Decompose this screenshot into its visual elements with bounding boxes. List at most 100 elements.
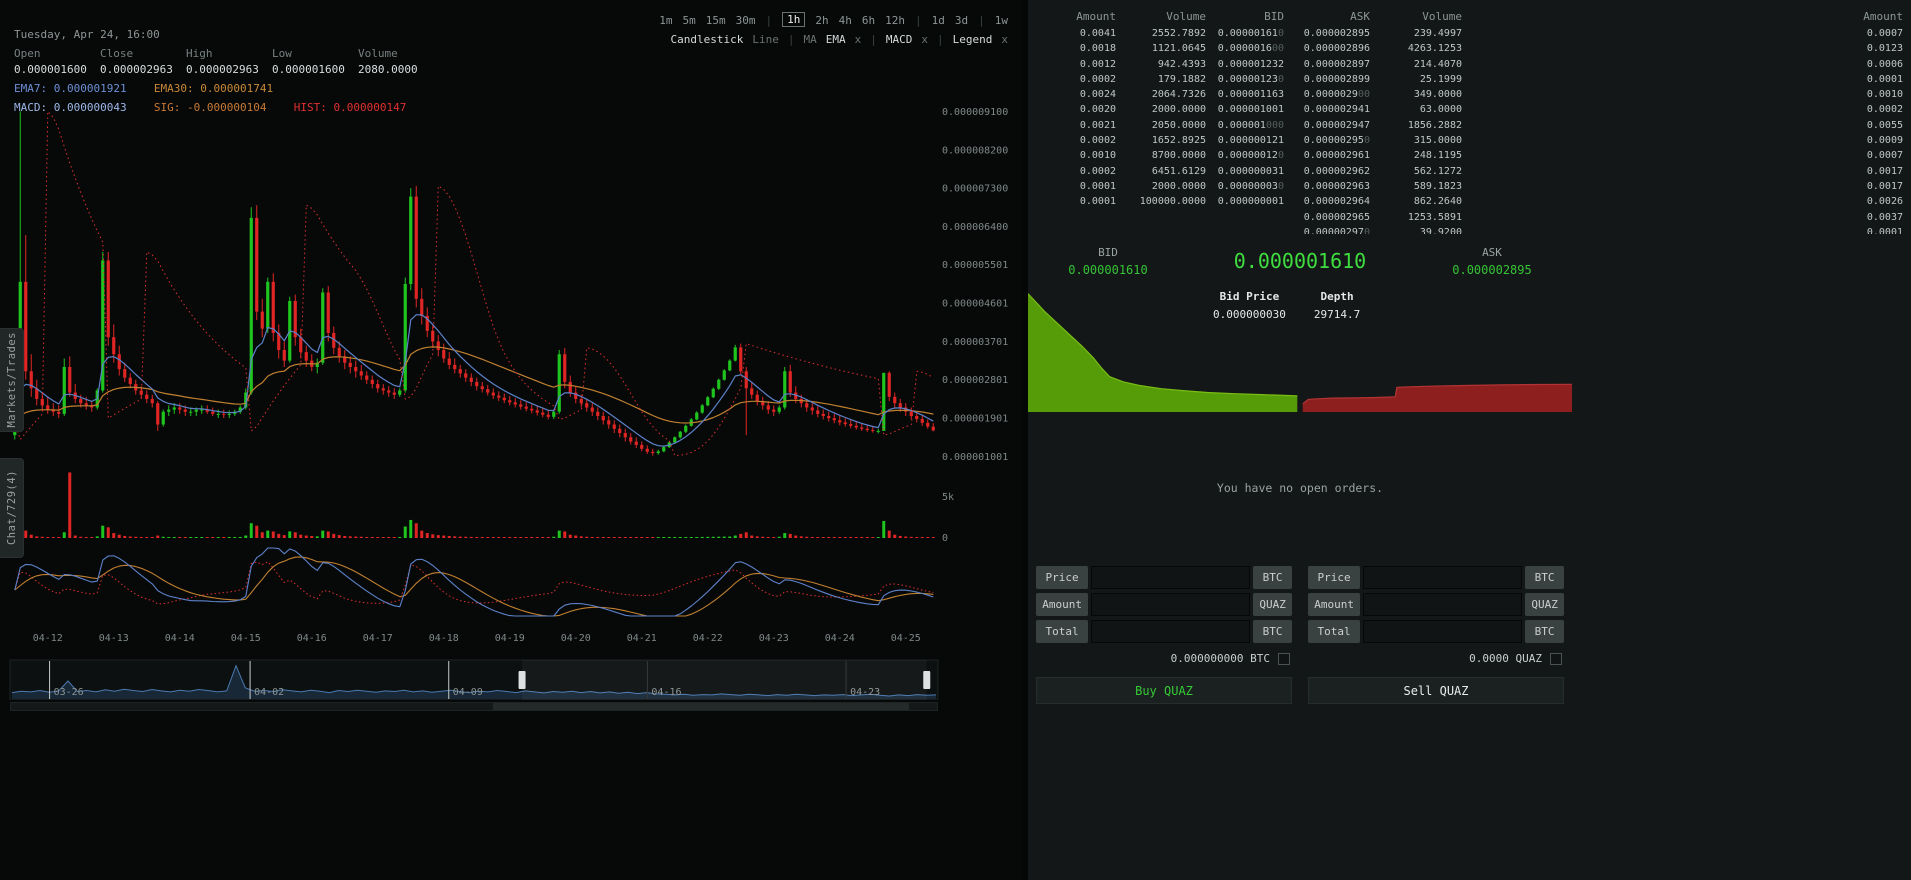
timeframe-button-1m[interactable]: 1m (659, 14, 672, 27)
buy-button[interactable]: Buy QUAZ (1036, 677, 1292, 704)
bid-amount-cell[interactable]: 0.0002 (1028, 72, 1124, 87)
ask-amount-cell[interactable]: 0.0001 (1470, 225, 1911, 234)
bid-amount-cell[interactable]: 0.0002 (1028, 133, 1124, 148)
chart-option-candlestick[interactable]: Candlestick (671, 33, 744, 46)
buy-max-checkbox[interactable] (1278, 652, 1290, 665)
quaz-balance[interactable]: 0.0000 QUAZ (1469, 652, 1542, 665)
ask-volume-cell[interactable]: 1253.5891 (1378, 210, 1470, 225)
bid-volume-cell[interactable]: 2552.7892 (1124, 26, 1214, 41)
bid-price-cell[interactable]: 0.000001230 (1214, 72, 1292, 87)
ask-price-cell[interactable]: 0.000002941 (1292, 102, 1378, 117)
timeframe-button-5m[interactable]: 5m (683, 14, 696, 27)
bid-amount-cell[interactable] (1028, 225, 1124, 234)
bid-price-cell[interactable] (1214, 210, 1292, 225)
timeframe-button-1d[interactable]: 1d (932, 14, 945, 27)
btc-balance[interactable]: 0.000000000 BTC (1171, 652, 1270, 665)
bid-amount-cell[interactable]: 0.0024 (1028, 87, 1124, 102)
ask-volume-cell[interactable]: 39.9200 (1378, 225, 1470, 234)
ask-price-cell[interactable]: 0.000002900 (1292, 87, 1378, 102)
buy-total-input[interactable] (1091, 620, 1251, 643)
timeframe-button-2h[interactable]: 2h (815, 14, 828, 27)
chart-option-ema[interactable]: EMA (826, 33, 846, 46)
ask-volume-cell[interactable]: 315.0000 (1378, 133, 1470, 148)
sidebar-tab-chat[interactable]: Chat/729(4) (0, 458, 24, 558)
sell-total-input[interactable] (1363, 620, 1523, 643)
bid-volume-cell[interactable]: 2000.0000 (1124, 179, 1214, 194)
buy-amount-input[interactable] (1091, 593, 1251, 616)
ask-amount-cell[interactable]: 0.0007 (1470, 148, 1911, 163)
timeframe-button-15m[interactable]: 15m (706, 14, 726, 27)
chart-navigator[interactable]: 03-2604-0204-0904-1604-23 (9, 659, 939, 700)
timeframe-button-4h[interactable]: 4h (839, 14, 852, 27)
best-bid-price[interactable]: 0.000001610 (1028, 263, 1188, 277)
sell-price-input[interactable] (1363, 566, 1523, 589)
ask-volume-cell[interactable]: 589.1823 (1378, 179, 1470, 194)
bid-amount-cell[interactable]: 0.0012 (1028, 57, 1124, 72)
bid-price-cell[interactable]: 0.000000030 (1214, 179, 1292, 194)
ask-volume-cell[interactable]: 4263.1253 (1378, 41, 1470, 56)
ask-price-cell[interactable]: 0.000002965 (1292, 210, 1378, 225)
bid-volume-cell[interactable] (1124, 225, 1214, 234)
chart-horizontal-scrollbar[interactable] (10, 702, 938, 711)
ask-amount-cell[interactable]: 0.0007 (1470, 26, 1911, 41)
timeframe-button-6h[interactable]: 6h (862, 14, 875, 27)
ask-amount-cell[interactable]: 0.0037 (1470, 210, 1911, 225)
bid-volume-cell[interactable]: 1652.8925 (1124, 133, 1214, 148)
ask-volume-cell[interactable]: 562.1272 (1378, 164, 1470, 179)
ask-price-cell[interactable]: 0.000002947 (1292, 118, 1378, 133)
bid-volume-cell[interactable]: 2000.0000 (1124, 102, 1214, 117)
ask-price-cell[interactable]: 0.000002961 (1292, 148, 1378, 163)
bid-amount-cell[interactable]: 0.0041 (1028, 26, 1124, 41)
bid-volume-cell[interactable]: 179.1882 (1124, 72, 1214, 87)
chart-option-line[interactable]: Line (752, 33, 779, 46)
bid-price-cell[interactable]: 0.000000031 (1214, 164, 1292, 179)
bid-amount-cell[interactable]: 0.0001 (1028, 194, 1124, 209)
bid-amount-cell[interactable]: 0.0002 (1028, 164, 1124, 179)
remove-indicator-button[interactable]: x (921, 33, 928, 46)
ask-price-cell[interactable]: 0.000002950 (1292, 133, 1378, 148)
bid-price-cell[interactable]: 0.000000121 (1214, 133, 1292, 148)
bid-price-cell[interactable]: 0.000001232 (1214, 57, 1292, 72)
ask-price-cell[interactable]: 0.000002897 (1292, 57, 1378, 72)
bid-volume-cell[interactable] (1124, 210, 1214, 225)
ask-amount-cell[interactable]: 0.0123 (1470, 41, 1911, 56)
bid-amount-cell[interactable] (1028, 210, 1124, 225)
bid-volume-cell[interactable]: 8700.0000 (1124, 148, 1214, 163)
bid-price-cell[interactable]: 0.000001610 (1214, 26, 1292, 41)
bid-amount-cell[interactable]: 0.0010 (1028, 148, 1124, 163)
ask-volume-cell[interactable]: 214.4070 (1378, 57, 1470, 72)
ask-amount-cell[interactable]: 0.0055 (1470, 118, 1911, 133)
ask-price-cell[interactable]: 0.000002970 (1292, 225, 1378, 234)
buy-price-input[interactable] (1091, 566, 1251, 589)
ask-volume-cell[interactable]: 63.0000 (1378, 102, 1470, 117)
bid-price-cell[interactable]: 0.000001163 (1214, 87, 1292, 102)
ask-price-cell[interactable]: 0.000002896 (1292, 41, 1378, 56)
navigator-handle-left[interactable] (518, 671, 526, 689)
ask-amount-cell[interactable]: 0.0002 (1470, 102, 1911, 117)
navigator-handle-right[interactable] (923, 671, 931, 689)
chart-option-legend[interactable]: Legend (953, 33, 993, 46)
bid-amount-cell[interactable]: 0.0018 (1028, 41, 1124, 56)
timeframe-button-12h[interactable]: 12h (885, 14, 905, 27)
ask-price-cell[interactable]: 0.000002964 (1292, 194, 1378, 209)
sell-button[interactable]: Sell QUAZ (1308, 677, 1564, 704)
ask-amount-cell[interactable]: 0.0026 (1470, 194, 1911, 209)
ask-volume-cell[interactable]: 349.0000 (1378, 87, 1470, 102)
ask-amount-cell[interactable]: 0.0009 (1470, 133, 1911, 148)
bid-volume-cell[interactable]: 100000.0000 (1124, 194, 1214, 209)
sell-amount-input[interactable] (1363, 593, 1523, 616)
timeframe-button-30m[interactable]: 30m (736, 14, 756, 27)
ask-amount-cell[interactable]: 0.0017 (1470, 164, 1911, 179)
ask-volume-cell[interactable]: 25.1999 (1378, 72, 1470, 87)
chart-option-macd[interactable]: MACD (886, 33, 913, 46)
bid-price-cell[interactable]: 0.000001000 (1214, 118, 1292, 133)
ask-amount-cell[interactable]: 0.0001 (1470, 72, 1911, 87)
bid-volume-cell[interactable]: 2064.7326 (1124, 87, 1214, 102)
ask-volume-cell[interactable]: 1856.2882 (1378, 118, 1470, 133)
depth-chart[interactable]: Bid Price 0.000000030 Depth 29714.7 (1027, 286, 1573, 412)
remove-indicator-button[interactable]: x (855, 33, 862, 46)
bid-price-cell[interactable] (1214, 225, 1292, 234)
ask-volume-cell[interactable]: 862.2640 (1378, 194, 1470, 209)
sidebar-tab-markets-trades[interactable]: Markets/Trades (0, 328, 24, 432)
ask-price-cell[interactable]: 0.000002895 (1292, 26, 1378, 41)
